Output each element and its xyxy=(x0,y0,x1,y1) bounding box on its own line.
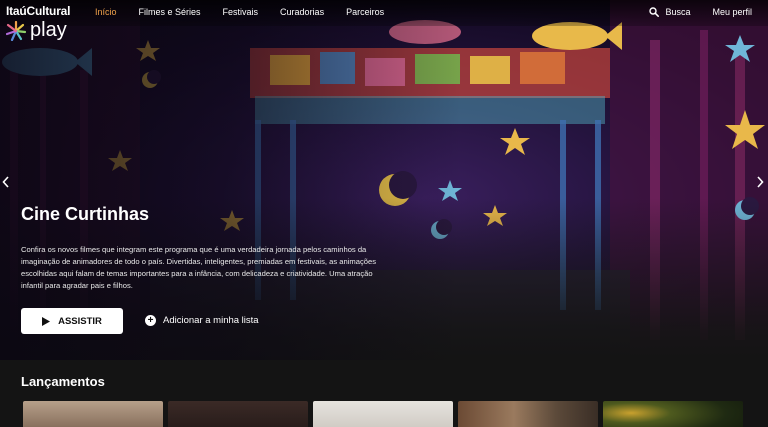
hero-gradient-overlay xyxy=(0,0,768,360)
play-icon xyxy=(42,316,51,326)
search-icon xyxy=(649,7,660,17)
release-thumbnail[interactable] xyxy=(168,401,308,427)
nav-item-curadorias[interactable]: Curadorias xyxy=(280,7,324,17)
logo-play-row: play xyxy=(6,19,67,42)
my-profile-link[interactable]: Meu perfil xyxy=(712,7,752,17)
hero-banner-image xyxy=(0,0,768,360)
plus-icon: + xyxy=(145,315,156,326)
pinwheel-icon xyxy=(6,20,26,41)
nav-item-parceiros[interactable]: Parceiros xyxy=(346,7,384,17)
add-to-list-label: Adicionar a minha lista xyxy=(163,315,259,326)
brand-name: ItaúCultural xyxy=(6,4,71,18)
page: ItaúCultural play Início Filmes e Séries… xyxy=(0,0,768,427)
releases-row xyxy=(23,401,743,427)
watch-button-label: ASSISTIR xyxy=(58,315,102,327)
nav-item-inicio[interactable]: Início xyxy=(95,7,117,17)
nav-item-festivais[interactable]: Festivais xyxy=(223,7,259,17)
nav-right: Busca Meu perfil xyxy=(649,7,752,17)
watch-button[interactable]: ASSISTIR xyxy=(21,308,123,334)
release-thumbnail[interactable] xyxy=(458,401,598,427)
brand-product: play xyxy=(30,19,67,41)
carousel-next-arrow-icon[interactable] xyxy=(756,176,764,188)
main-nav: Início Filmes e Séries Festivais Curador… xyxy=(95,7,406,17)
top-navigation: ItaúCultural play Início Filmes e Séries… xyxy=(0,0,768,41)
search-button[interactable]: Busca xyxy=(649,7,690,17)
release-thumbnail[interactable] xyxy=(23,401,163,427)
carousel-prev-arrow-icon[interactable] xyxy=(2,176,10,188)
release-thumbnail[interactable] xyxy=(603,401,743,427)
nav-item-filmes-e-series[interactable]: Filmes e Séries xyxy=(139,7,201,17)
add-to-list-button[interactable]: + Adicionar a minha lista xyxy=(145,315,259,326)
itau-cultural-play-logo[interactable]: ItaúCultural play xyxy=(6,4,86,46)
hero-title: Cine Curtinhas xyxy=(21,204,150,224)
search-label: Busca xyxy=(665,7,691,17)
releases-title: Lançamentos xyxy=(21,374,105,389)
hero-description: Confira os novos filmes que integram est… xyxy=(21,245,376,290)
release-thumbnail[interactable] xyxy=(313,401,453,427)
